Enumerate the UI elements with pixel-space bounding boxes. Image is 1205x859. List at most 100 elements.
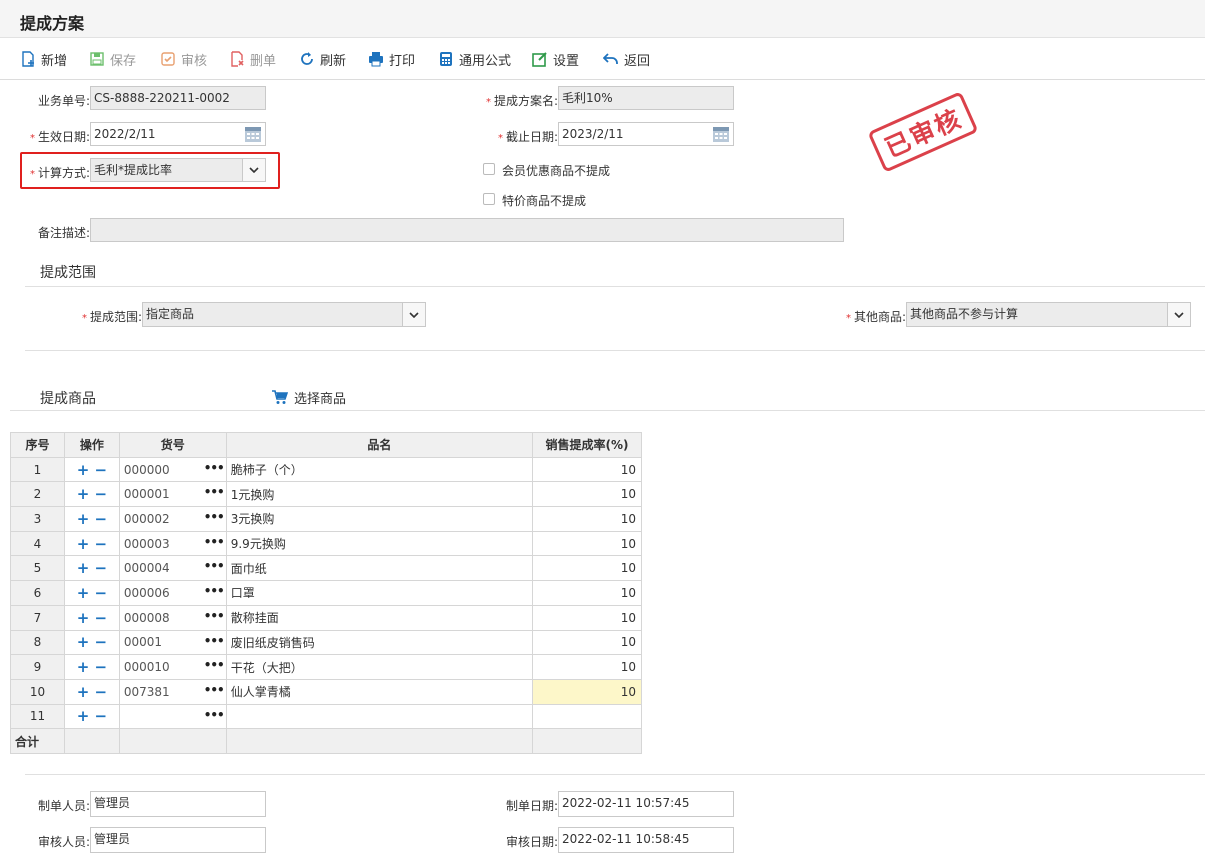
chevron-down-icon[interactable]: [402, 303, 425, 326]
remove-row-icon[interactable]: −: [95, 461, 108, 479]
more-icon[interactable]: •••: [204, 658, 225, 672]
calendar-icon[interactable]: [711, 125, 731, 143]
more-icon[interactable]: •••: [204, 535, 225, 549]
row-rate[interactable]: 10: [532, 456, 642, 483]
remark-label: 备注描述:: [37, 226, 90, 240]
row-code[interactable]: 000004 •••: [118, 555, 227, 582]
row-code[interactable]: 000000 •••: [118, 456, 227, 483]
refresh-icon: [301, 52, 313, 65]
print-label: 打印: [389, 53, 416, 69]
deadline-field[interactable]: 2023/2/11: [558, 122, 734, 146]
row-rate[interactable]: 10: [532, 629, 642, 656]
remove-row-icon[interactable]: −: [95, 658, 108, 676]
remove-row-icon[interactable]: −: [95, 584, 108, 602]
audit-button[interactable]: 审核: [160, 48, 207, 70]
row-rate[interactable]: 10: [532, 678, 642, 705]
formula-button[interactable]: 通用公式: [438, 48, 511, 70]
chevron-down-icon[interactable]: [1167, 303, 1190, 326]
row-rate[interactable]: 10: [532, 654, 642, 680]
row-code[interactable]: 00001 •••: [118, 629, 227, 656]
auditor-field[interactable]: 管理员: [90, 827, 266, 853]
add-row-icon[interactable]: +: [77, 461, 90, 479]
add-button[interactable]: 新增: [20, 48, 67, 70]
audited-stamp: 已审核: [867, 91, 979, 173]
settings-button[interactable]: 设置: [532, 48, 579, 70]
create-date-label: 制单日期:: [505, 799, 558, 813]
select-goods-button[interactable]: 选择商品: [271, 388, 346, 407]
row-code[interactable]: •••: [118, 703, 227, 730]
table-row: 9 + −000010 ••• 干花（大把） 10: [10, 654, 642, 680]
add-row-icon[interactable]: +: [77, 559, 90, 577]
add-row-icon[interactable]: +: [77, 485, 90, 503]
print-button[interactable]: 打印: [368, 48, 415, 70]
add-row-icon[interactable]: +: [77, 609, 90, 627]
save-button[interactable]: 保存: [89, 48, 136, 70]
add-row-icon[interactable]: +: [77, 535, 90, 553]
remove-row-icon[interactable]: −: [95, 559, 108, 577]
more-icon[interactable]: •••: [204, 609, 225, 623]
more-icon[interactable]: •••: [204, 461, 225, 475]
more-icon[interactable]: •••: [204, 559, 225, 573]
effective-date-field[interactable]: 2022/2/11: [90, 122, 266, 146]
audit-date-field[interactable]: 2022-02-11 10:58:45: [558, 827, 734, 853]
row-code[interactable]: 007381 •••: [118, 678, 227, 705]
row-ops: + −: [63, 654, 120, 680]
row-no: 6: [10, 580, 65, 606]
row-rate[interactable]: 10: [532, 530, 642, 557]
more-icon[interactable]: •••: [204, 510, 225, 524]
row-code[interactable]: 000006 •••: [118, 580, 227, 606]
row-rate[interactable]: 10: [532, 604, 642, 631]
remove-row-icon[interactable]: −: [95, 683, 108, 701]
back-button[interactable]: 返回: [603, 48, 650, 70]
row-code[interactable]: 000002 •••: [118, 506, 227, 532]
remove-row-icon[interactable]: −: [95, 609, 108, 627]
add-row-icon[interactable]: +: [77, 510, 90, 528]
row-rate[interactable]: 10: [532, 481, 642, 508]
plan-name-field[interactable]: 毛利10%: [558, 86, 734, 110]
add-row-icon[interactable]: +: [77, 707, 90, 725]
calendar-icon[interactable]: [243, 125, 263, 143]
row-code[interactable]: 000010 •••: [118, 654, 227, 680]
remove-row-icon[interactable]: −: [95, 707, 108, 725]
member-discount-checkbox[interactable]: [483, 163, 495, 175]
row-code[interactable]: 000008 •••: [118, 604, 227, 631]
add-row-icon[interactable]: +: [77, 683, 90, 701]
other-goods-select[interactable]: 其他商品不参与计算: [906, 302, 1191, 327]
row-no: 8: [10, 629, 65, 656]
refresh-button[interactable]: 刷新: [299, 48, 346, 70]
row-ops: + −: [63, 629, 120, 656]
delete-button[interactable]: 删单: [229, 48, 276, 70]
remove-row-icon[interactable]: −: [95, 535, 108, 553]
row-ops: + −: [63, 530, 120, 557]
more-icon[interactable]: •••: [204, 634, 225, 648]
create-date-field[interactable]: 2022-02-11 10:57:45: [558, 791, 734, 817]
remove-row-icon[interactable]: −: [95, 510, 108, 528]
biz-no-field[interactable]: CS-8888-220211-0002: [90, 86, 266, 110]
row-rate[interactable]: 10: [532, 506, 642, 532]
add-row-icon[interactable]: +: [77, 633, 90, 651]
row-name: 9.9元换购: [225, 530, 534, 557]
scope-select[interactable]: 指定商品: [142, 302, 426, 327]
scope-value: 指定商品: [146, 307, 195, 321]
remove-row-icon[interactable]: −: [95, 485, 108, 503]
row-rate[interactable]: [532, 703, 642, 730]
row-rate[interactable]: 10: [532, 580, 642, 606]
row-rate[interactable]: 10: [532, 555, 642, 582]
more-icon[interactable]: •••: [204, 485, 225, 499]
creator-field[interactable]: 管理员: [90, 791, 266, 817]
add-row-icon[interactable]: +: [77, 584, 90, 602]
row-no: 1: [10, 456, 65, 483]
remove-row-icon[interactable]: −: [95, 633, 108, 651]
row-code[interactable]: 000003 •••: [118, 530, 227, 557]
back-label: 返回: [624, 53, 651, 69]
add-row-icon[interactable]: +: [77, 658, 90, 676]
row-code[interactable]: 000001 •••: [118, 481, 227, 508]
more-icon[interactable]: •••: [204, 683, 225, 697]
remark-field[interactable]: [90, 218, 844, 242]
row-no: 3: [10, 506, 65, 532]
deadline-label: * 截止日期:: [497, 130, 558, 144]
more-icon[interactable]: •••: [204, 708, 225, 722]
special-price-checkbox[interactable]: [483, 193, 495, 205]
more-icon[interactable]: •••: [204, 584, 225, 598]
other-goods-value: 其他商品不参与计算: [910, 307, 1019, 321]
